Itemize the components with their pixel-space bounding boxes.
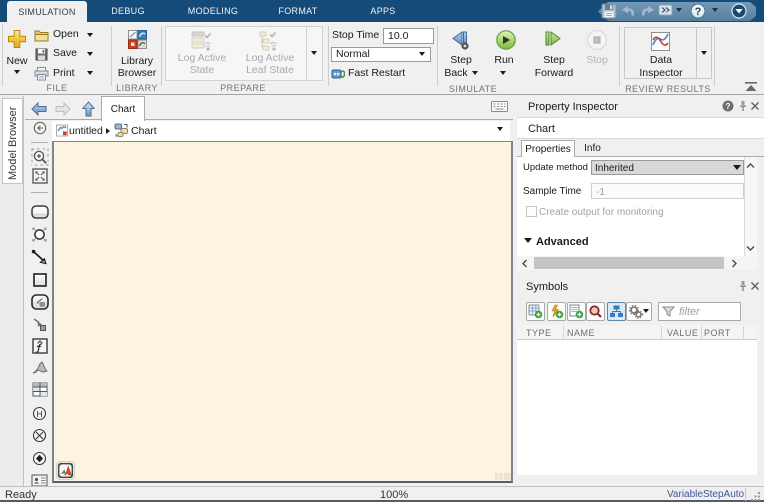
svg-text:H: H <box>37 410 43 419</box>
svg-text:?: ? <box>695 6 702 18</box>
svg-text:?: ? <box>725 101 730 111</box>
